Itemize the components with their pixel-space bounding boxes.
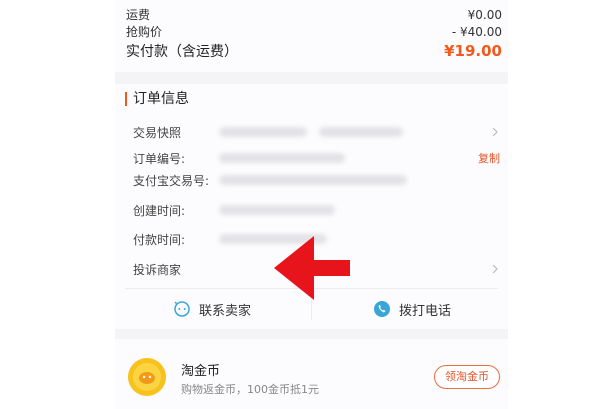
alipay-number-label: 支付宝交易号: xyxy=(133,173,210,188)
discount-row: 抢购价 - ¥40.00 xyxy=(126,23,502,40)
created-time-label: 创建时间: xyxy=(133,203,186,218)
phone-icon xyxy=(374,301,390,317)
order-info-title: 订单信息 xyxy=(125,92,189,106)
chevron-right-icon xyxy=(492,127,498,137)
complain-seller-label: 投诉商家 xyxy=(133,262,182,277)
coin-icon xyxy=(128,358,166,396)
total-value: ¥19.00 xyxy=(444,42,502,60)
chevron-right-icon xyxy=(492,264,498,274)
alipay-number-row: 支付宝交易号: xyxy=(133,169,500,191)
blurred-value xyxy=(219,175,407,185)
contact-seller-label: 联系卖家 xyxy=(199,303,252,319)
total-row: 实付款（含运费） ¥19.00 xyxy=(126,41,502,61)
claim-coins-button[interactable]: 领淘金币 xyxy=(434,365,500,389)
call-phone-label: 拨打电话 xyxy=(399,303,452,319)
snapshot-label: 交易快照 xyxy=(133,125,182,140)
snapshot-row[interactable]: 交易快照 xyxy=(133,121,500,143)
total-label: 实付款（含运费） xyxy=(126,44,238,60)
blurred-value xyxy=(319,127,403,137)
discount-label: 抢购价 xyxy=(126,25,163,39)
coins-title: 淘金币 xyxy=(181,364,221,379)
coins-subtitle: 购物返金币，100金币抵1元 xyxy=(181,383,319,396)
blurred-value xyxy=(219,153,345,163)
blurred-value xyxy=(219,205,335,215)
taobao-coins-card: 淘金币 购物返金币，100金币抵1元 领淘金币 xyxy=(115,339,508,409)
paid-time-label: 付款时间: xyxy=(133,232,186,247)
copy-button[interactable]: 复制 xyxy=(478,150,500,166)
discount-value: - ¥40.00 xyxy=(451,24,502,39)
call-phone-button[interactable]: 拨打电话 xyxy=(373,294,451,324)
blurred-value xyxy=(219,127,307,137)
shipping-row: 运费 ¥0.00 xyxy=(126,6,502,23)
order-number-row: 订单编号: 复制 xyxy=(133,147,500,169)
order-detail-screen: 运费 ¥0.00 抢购价 - ¥40.00 实付款（含运费） ¥19.00 订单… xyxy=(115,0,508,409)
contact-seller-button[interactable]: 联系卖家 xyxy=(173,294,251,324)
shipping-value: ¥0.00 xyxy=(467,7,502,22)
price-summary-card: 运费 ¥0.00 抢购价 - ¥40.00 实付款（含运费） ¥19.00 xyxy=(115,0,508,72)
arrow-left-icon xyxy=(274,236,350,300)
order-number-label: 订单编号: xyxy=(133,151,186,166)
created-time-row: 创建时间: xyxy=(133,199,500,221)
shipping-label: 运费 xyxy=(126,8,151,22)
chat-icon xyxy=(174,301,190,317)
